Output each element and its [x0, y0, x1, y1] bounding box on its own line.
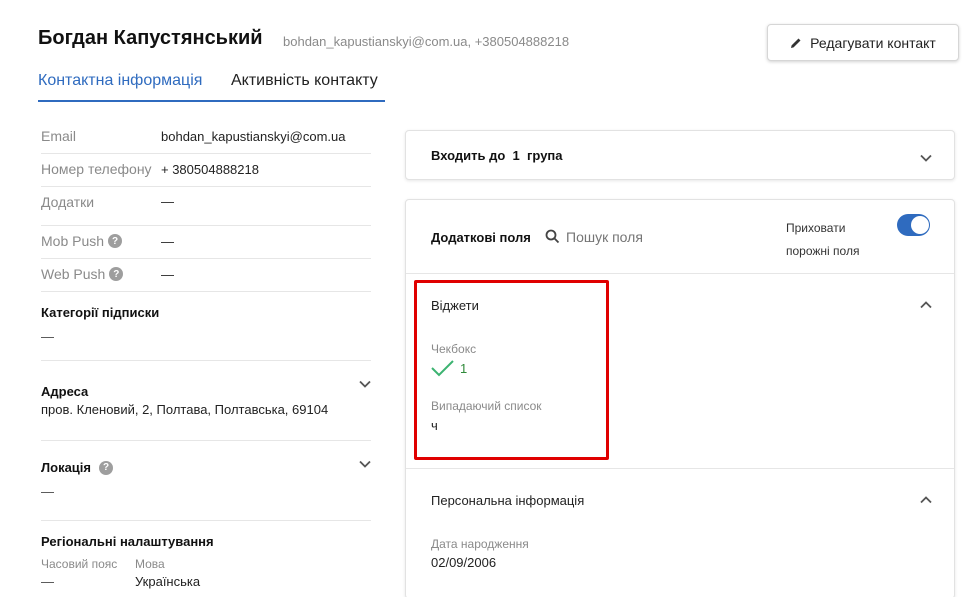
timezone-label: Часовий пояс	[41, 557, 118, 571]
language-label: Мова	[135, 557, 165, 571]
contact-subinfo: bohdan_kapustianskyi@com.ua, +3805048882…	[283, 34, 570, 49]
regional-title: Регіональні налаштування	[41, 534, 214, 549]
timezone-value: —	[41, 574, 54, 589]
hide-empty-label: Приховати порожні поля	[786, 217, 859, 263]
divider	[406, 273, 954, 274]
divider	[41, 360, 371, 361]
field-search-input[interactable]	[566, 227, 766, 247]
groups-summary: Входить до 1 група	[431, 148, 563, 163]
language-value: Українська	[135, 574, 201, 589]
address-value: пров. Кленовий, 2, Полтава, Полтавська, …	[41, 402, 329, 417]
field-value: bohdan_kapustianskyi@com.ua	[161, 129, 346, 144]
divider	[41, 153, 371, 154]
divider	[406, 468, 954, 469]
field-row-web-push: Web Push ? —	[41, 266, 371, 286]
groups-count: 1	[512, 148, 520, 163]
divider	[41, 186, 371, 187]
birthday-label: Дата народження	[431, 537, 529, 551]
address-title: Адреса	[41, 384, 89, 399]
field-value: + 380504888218	[161, 162, 259, 177]
field-label: Mob Push	[41, 233, 105, 249]
subscription-value: —	[41, 329, 54, 344]
hide-empty-line1: Приховати	[786, 221, 846, 235]
field-label: Email	[41, 128, 77, 144]
chevron-down-icon[interactable]	[358, 457, 372, 471]
pencil-icon	[791, 38, 801, 48]
field-row-email: Email bohdan_kapustianskyi@com.ua	[41, 128, 371, 148]
contact-name: Богдан Капустянський	[38, 27, 263, 49]
highlight-box	[414, 280, 609, 460]
help-icon[interactable]: ?	[109, 267, 124, 281]
field-label: Номер телефону	[41, 161, 152, 177]
field-row-apps: Додатки —	[41, 194, 371, 214]
location-value: —	[41, 484, 54, 499]
search-icon	[545, 229, 560, 244]
groups-prefix: Входить до	[431, 148, 506, 163]
edit-contact-label: Редагувати контакт	[810, 34, 936, 51]
help-icon[interactable]: ?	[99, 460, 113, 475]
divider	[41, 291, 371, 292]
birthday-value: 02/09/2006	[431, 555, 497, 570]
subscription-title: Категорії підписки	[41, 305, 160, 320]
divider	[41, 258, 371, 259]
chevron-down-icon[interactable]	[919, 151, 933, 165]
field-value: —	[161, 194, 174, 209]
extra-fields-title: Додаткові поля	[431, 230, 531, 245]
location-header: Локація ?	[41, 460, 113, 475]
location-title: Локація	[41, 460, 91, 475]
edit-contact-button[interactable]: Редагувати контакт	[767, 24, 959, 61]
chevron-up-icon[interactable]	[919, 298, 933, 312]
groups-suffix: група	[527, 148, 563, 163]
personal-title: Персональна інформація	[431, 493, 585, 508]
chevron-down-icon[interactable]	[358, 377, 372, 391]
field-row-phone: Номер телефону + 380504888218	[41, 161, 371, 181]
tab-contact-info[interactable]: Контактна інформація	[38, 72, 202, 90]
hide-empty-line2: порожні поля	[786, 244, 860, 258]
divider	[41, 440, 371, 441]
tab-contact-activity[interactable]: Активність контакту	[231, 72, 378, 90]
field-value: —	[161, 267, 174, 282]
field-label: Додатки	[41, 194, 95, 210]
field-label: Web Push	[41, 266, 106, 282]
tabs-underline	[38, 100, 385, 102]
toggle-knob	[911, 216, 929, 234]
divider	[41, 225, 371, 226]
divider	[41, 520, 371, 521]
field-value: —	[161, 234, 174, 249]
chevron-up-icon[interactable]	[919, 493, 933, 507]
field-row-mob-push: Mob Push ? —	[41, 233, 371, 253]
help-icon[interactable]: ?	[108, 234, 123, 248]
